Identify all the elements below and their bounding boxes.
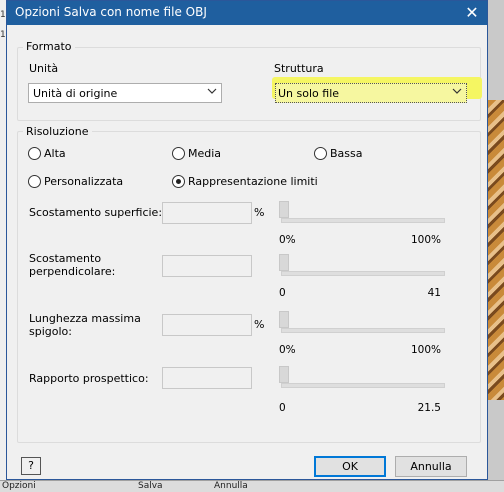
unita-label: Unità <box>29 62 59 75</box>
scostamento-perpendicolare-label-line1: Scostamento <box>29 252 102 265</box>
percent-unit: % <box>254 206 265 219</box>
struttura-label: Struttura <box>274 62 324 75</box>
background-app-bottom: Opzioni Salva Annulla <box>0 480 504 492</box>
scostamento-superficie-slider-thumb[interactable] <box>279 201 289 218</box>
radio-rappresentazione-limiti-label[interactable]: Rappresentazione limiti <box>188 175 318 188</box>
scostamento-superficie-label: Scostamento superficie: <box>29 206 163 219</box>
background-bottom-item: Opzioni <box>2 481 36 491</box>
obj-save-options-dialog: Opzioni Salva con nome file OBJ ✕ Format… <box>6 0 488 480</box>
lunghezza-massima-spigolo-slider[interactable] <box>281 328 445 333</box>
slider-max-label: 41 <box>427 287 441 299</box>
percent-unit: % <box>254 318 265 331</box>
background-3d-view <box>488 100 504 400</box>
radio-alta[interactable] <box>28 147 41 160</box>
radio-media[interactable] <box>172 147 185 160</box>
lunghezza-massima-spigolo-label-line2: spigolo: <box>29 325 72 338</box>
radio-rappresentazione-limiti[interactable] <box>172 175 185 188</box>
ok-button[interactable]: OK <box>314 456 386 477</box>
background-bottom-item: Salva <box>138 481 163 491</box>
close-icon[interactable]: ✕ <box>457 1 487 25</box>
slider-min-label: 0% <box>279 234 296 246</box>
dialog-title: Opzioni Salva con nome file OBJ <box>15 5 207 19</box>
rapporto-prospettico-slider-thumb[interactable] <box>279 366 289 383</box>
scostamento-perpendicolare-input[interactable] <box>162 255 252 277</box>
rapporto-prospettico-input[interactable] <box>162 367 252 389</box>
chevron-down-icon <box>207 88 217 94</box>
struttura-dropdown[interactable]: Un solo file <box>275 83 467 103</box>
chevron-down-icon <box>452 88 462 94</box>
radio-bassa[interactable] <box>314 147 327 160</box>
slider-min-label: 0 <box>279 402 286 414</box>
slider-max-label: 100% <box>410 234 441 246</box>
radio-media-label[interactable]: Media <box>188 147 221 160</box>
rapporto-prospettico-label: Rapporto prospettico: <box>29 372 149 385</box>
slider-max-label: 21.5 <box>417 402 441 414</box>
cancel-button[interactable]: Annulla <box>395 456 467 477</box>
scostamento-superficie-input[interactable] <box>162 202 252 224</box>
radio-bassa-label[interactable]: Bassa <box>330 147 363 160</box>
slider-min-label: 0% <box>279 344 296 356</box>
slider-min-label: 0 <box>279 287 286 299</box>
scostamento-perpendicolare-slider[interactable] <box>281 271 445 276</box>
radio-personalizzata[interactable] <box>28 175 41 188</box>
struttura-value: Un solo file <box>278 87 340 100</box>
lunghezza-massima-spigolo-label-line1: Lunghezza massima <box>29 312 141 325</box>
formato-legend: Formato <box>23 40 75 53</box>
scostamento-perpendicolare-slider-thumb[interactable] <box>279 254 289 271</box>
radio-personalizzata-label[interactable]: Personalizzata <box>44 175 123 188</box>
risoluzione-legend: Risoluzione <box>23 125 92 138</box>
rapporto-prospettico-slider[interactable] <box>281 383 445 388</box>
radio-alta-label[interactable]: Alta <box>44 147 66 160</box>
background-bottom-item: Annulla <box>214 481 248 491</box>
lunghezza-massima-spigolo-slider-thumb[interactable] <box>279 311 289 328</box>
slider-max-label: 100% <box>410 344 441 356</box>
scostamento-perpendicolare-label-line2: perpendicolare: <box>29 265 116 278</box>
lunghezza-massima-spigolo-input[interactable] <box>162 314 252 336</box>
title-bar[interactable]: Opzioni Salva con nome file OBJ ✕ <box>7 1 487 25</box>
scostamento-superficie-slider[interactable] <box>281 218 445 223</box>
unita-dropdown[interactable]: Unità di origine <box>28 83 222 103</box>
unita-value: Unità di origine <box>33 87 118 100</box>
help-button[interactable]: ? <box>21 457 41 475</box>
